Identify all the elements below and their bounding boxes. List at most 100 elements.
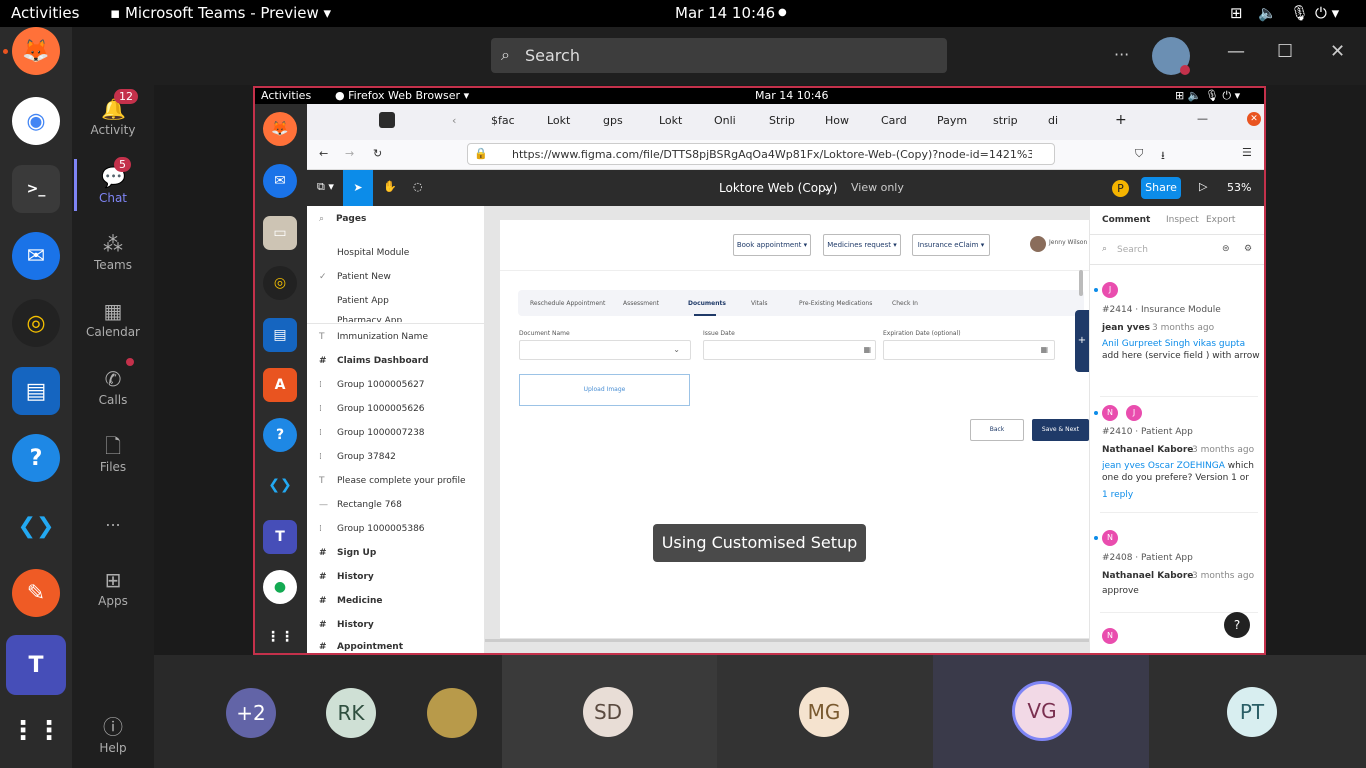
upload-image-box: Upload Image [519, 374, 690, 406]
document-name-select: ⌄ [519, 340, 691, 360]
comment-search: Search [1117, 245, 1148, 255]
hand-tool-icon: ✋ [383, 180, 397, 193]
network-icon[interactable]: ⊞ [1230, 4, 1243, 22]
participant-avatar-rk[interactable]: RK [326, 688, 376, 738]
comment-id: #2414 · Insurance Module [1102, 305, 1221, 315]
rail-apps[interactable]: ⊞ Apps [72, 568, 154, 608]
terminal-icon[interactable]: >_ [12, 165, 60, 213]
divider [1090, 234, 1264, 235]
tab: $fac [491, 114, 515, 127]
chrome-icon[interactable]: ◉ [12, 97, 60, 145]
running-indicator [3, 49, 8, 54]
layer-row: ⁞ Group 1000005627 [307, 374, 485, 396]
search-input[interactable]: ⌕ Search [491, 38, 947, 73]
forward-icon: → [345, 147, 355, 160]
app-menu[interactable]: ▪ Microsoft Teams - Preview ▾ [110, 4, 331, 22]
teams-icon[interactable]: T [6, 635, 66, 695]
tab: di [1048, 114, 1059, 127]
user-name: Jenny Wilson [1049, 239, 1088, 246]
frame-icon: # [319, 548, 327, 558]
inner-app-label: Firefox Web Browser [348, 89, 461, 102]
group-icon: ⁞ [319, 524, 322, 534]
user-avatar [1030, 236, 1046, 252]
rail-more[interactable]: ... [72, 511, 154, 530]
frame-icon: # [319, 620, 327, 630]
share-button: Share [1141, 177, 1181, 199]
close-icon[interactable]: ✕ [1330, 41, 1345, 62]
rail-files[interactable]: 🗋 Files [72, 434, 154, 474]
writer-icon[interactable]: ▤ [12, 367, 60, 415]
file-icon: 🗋 [104, 434, 122, 458]
show-apps-icon[interactable]: ⋮⋮ [10, 707, 62, 755]
participant-photo-avatar[interactable] [427, 688, 477, 738]
postman-icon[interactable]: ✎ [12, 569, 60, 617]
rail-activity[interactable]: 🔔 12 Activity [72, 89, 154, 137]
more-participants-avatar[interactable]: +2 [226, 688, 276, 738]
activities-button[interactable]: Activities [11, 4, 79, 22]
rail-label: Calendar [86, 325, 140, 339]
more-options-icon[interactable]: ··· [1114, 45, 1129, 64]
back-icon: ← [319, 147, 329, 160]
participant-tile[interactable]: MG [717, 655, 933, 768]
maximize-icon[interactable]: ☐ [1277, 41, 1293, 62]
help-circle-icon: ⓘ [103, 715, 123, 739]
clock[interactable]: Mar 14 10:46 [675, 4, 775, 22]
inner-dock: 🦊 ✉ ▭ ◎ ▤ A ? ❮❯ T ● ⋮⋮ [255, 104, 307, 653]
tab: Onli [714, 114, 736, 127]
rail-help[interactable]: ⓘ Help [72, 715, 154, 755]
mic-icon[interactable]: 🎙 [1290, 4, 1309, 22]
page-item: Pharmacy App [337, 316, 403, 322]
mention: Anil Gurpreet Singh vikas gupta [1102, 339, 1246, 349]
user-avatar: P [1112, 180, 1129, 197]
firefox-icon[interactable]: 🦊 [12, 27, 60, 75]
minimize-icon: — [1197, 112, 1208, 125]
rail-label: Help [99, 741, 127, 755]
frame-icon: # [319, 642, 327, 652]
layer-label: Group 1000007238 [337, 428, 425, 438]
help-icon: ? [263, 418, 297, 452]
view-only-label: View only [851, 181, 904, 194]
rail-calendar[interactable]: ▦ Calendar [72, 299, 154, 339]
rail-teams[interactable]: ⁂ Teams [72, 232, 154, 272]
url-bar: 🔒 https://www.figma.com/file/DTTS8pjBSRg… [467, 143, 1055, 165]
panel-tab-export: Export [1206, 215, 1236, 225]
power-icon[interactable]: ⏻ ▾ [1315, 4, 1339, 22]
help-icon[interactable]: ? [12, 434, 60, 482]
comment-text: Anil Gurpreet Singh vikas gupta add here… [1102, 338, 1260, 362]
comment-id: #2410 · Patient App [1102, 427, 1193, 437]
firefox-tab-strip: ‹ $fac Lokt gps Lokt Onli Strip How Card… [307, 104, 1264, 140]
participant-avatar-mg: MG [799, 687, 849, 737]
field-label: Issue Date [703, 330, 735, 337]
divider [1090, 264, 1264, 265]
thunderbird-icon: ✉ [263, 164, 297, 198]
rail-calls[interactable]: ✆ Calls [72, 367, 154, 407]
tab: Strip [769, 114, 795, 127]
comment-body: add here (service field ) with arrow to … [1102, 351, 1260, 361]
divider [1100, 396, 1258, 397]
layer-label: Rectangle 768 [337, 500, 402, 510]
participant-tile[interactable]: SD [502, 655, 717, 768]
participant-tile[interactable]: PT [1149, 655, 1366, 768]
divider [1100, 512, 1258, 513]
rhythmbox-icon[interactable]: ◎ [12, 299, 60, 347]
rail-chat[interactable]: 💬 5 Chat [72, 157, 154, 205]
volume-icon[interactable]: 🔈 [1258, 4, 1277, 22]
lock-icon: 🔒 [474, 147, 488, 160]
minimize-icon[interactable]: — [1227, 41, 1245, 62]
panel-tab-comment: Comment [1102, 215, 1151, 225]
thunderbird-icon[interactable]: ✉ [12, 232, 60, 280]
search-icon: ⌕ [319, 214, 325, 224]
tab: Card [881, 114, 907, 127]
tab: Lokt [659, 114, 683, 127]
writer-icon: ▤ [263, 318, 297, 352]
file-name: Loktore Web (Copy) [719, 181, 838, 195]
comment-avatar: J [1126, 405, 1142, 421]
tab-underline [694, 314, 716, 316]
inner-tray-icons: ⊞ 🔈 🎙 ⏻ ▾ [1175, 89, 1241, 102]
vscode-icon[interactable]: ❮❯ [12, 502, 60, 550]
comment-body: approve [1102, 586, 1139, 596]
setup-toast: Using Customised Setup [653, 524, 866, 562]
layer-row: — Rectangle 768 [307, 494, 485, 516]
participant-tile-speaking[interactable]: VG [933, 655, 1149, 768]
activity-badge: 12 [114, 89, 138, 104]
